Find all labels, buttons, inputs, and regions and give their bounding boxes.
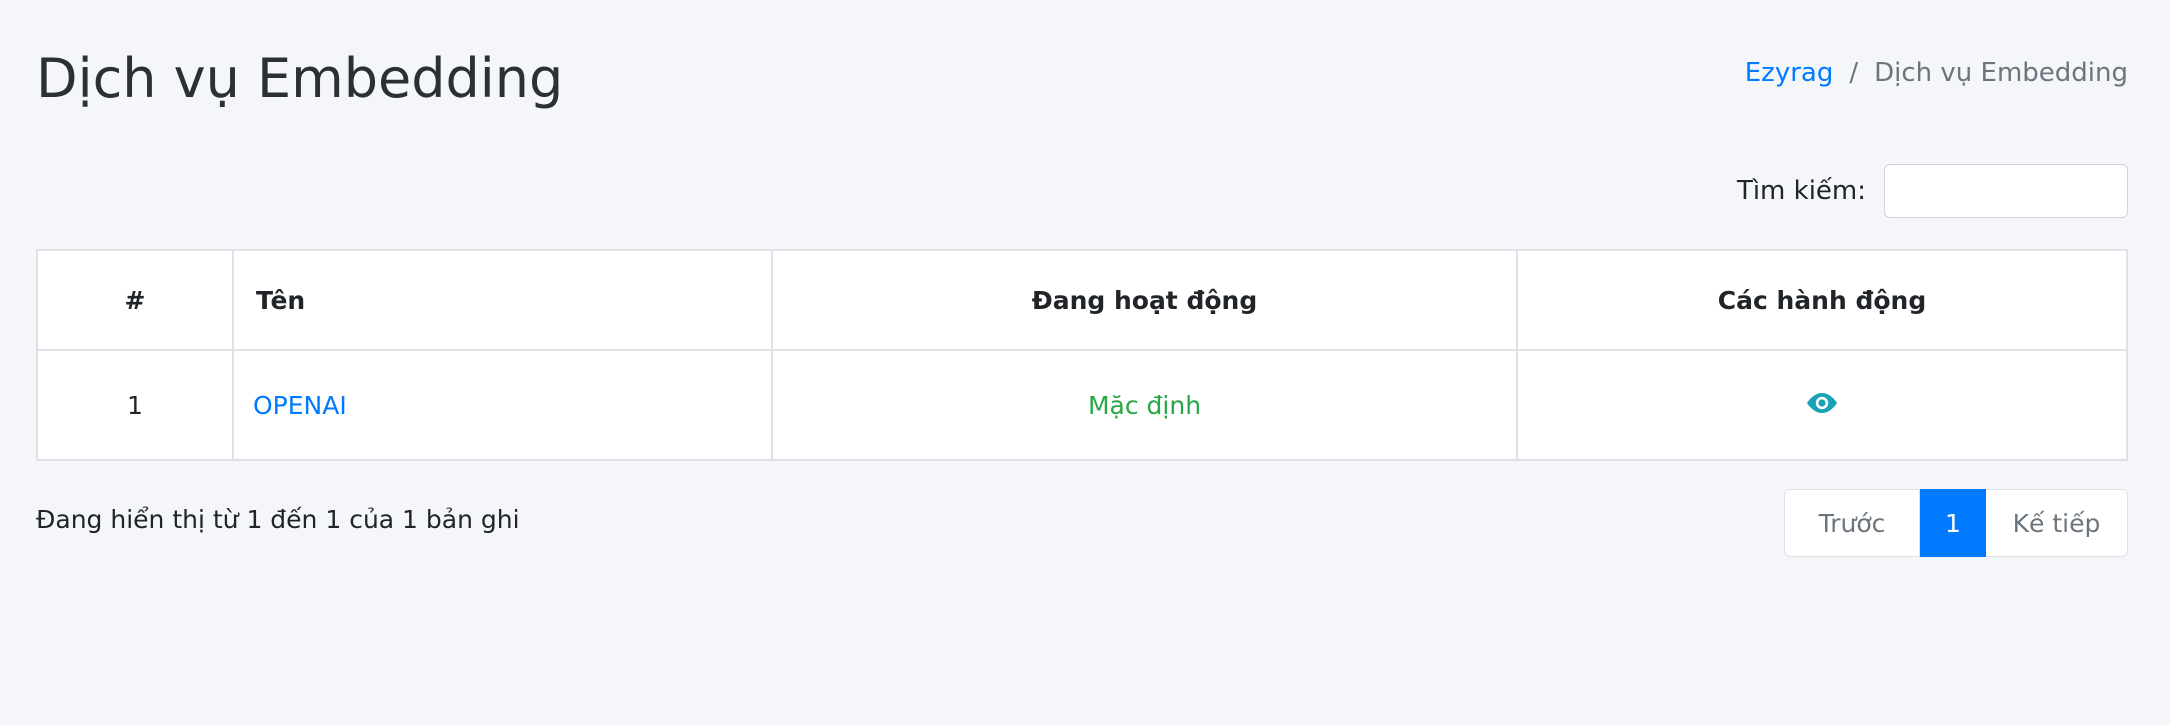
page: Dịch vụ Embedding Ezyrag / Dịch vụ Embed… (0, 0, 2170, 725)
table-row: 1 OPENAI Mặc định (36, 349, 2128, 461)
table-container: # Tên Đang hoạt động Các hành động 1 OPE… (36, 249, 2128, 461)
search-bar: Tìm kiếm: (1737, 164, 2128, 218)
eye-icon-svg (1807, 392, 1837, 413)
column-header-active[interactable]: Đang hoạt động (771, 249, 1518, 351)
column-header-number[interactable]: # (36, 249, 234, 351)
page-title: Dịch vụ Embedding (36, 47, 564, 110)
breadcrumb-separator: / (1849, 58, 1859, 88)
pagination-previous-button[interactable]: Trước (1784, 489, 1920, 557)
pagination-page-1-button[interactable]: 1 (1920, 489, 1986, 557)
breadcrumb-current: Dịch vụ Embedding (1874, 58, 2128, 88)
cell-actions (1516, 349, 2128, 461)
embedding-services-table: # Tên Đang hoạt động Các hành động 1 OPE… (36, 249, 2128, 461)
column-header-actions: Các hành động (1516, 249, 2128, 351)
status-default-label: Mặc định (1087, 390, 1202, 420)
pagination-next-button[interactable]: Kế tiếp (1986, 489, 2128, 557)
cell-number: 1 (36, 349, 234, 461)
cell-status: Mặc định (771, 349, 1518, 461)
pagination: Trước 1 Kế tiếp (1784, 489, 2128, 557)
breadcrumb-home-link[interactable]: Ezyrag (1745, 56, 1834, 90)
table-header-row: # Tên Đang hoạt động Các hành động (36, 249, 2128, 351)
service-name-link[interactable]: OPENAI (253, 391, 347, 420)
breadcrumb: Ezyrag / Dịch vụ Embedding (1745, 56, 2128, 90)
column-header-name[interactable]: Tên (232, 249, 773, 351)
table-info-text: Đang hiển thị từ 1 đến 1 của 1 bản ghi (36, 505, 520, 534)
eye-icon[interactable] (1805, 391, 1839, 421)
search-label: Tìm kiếm: (1736, 176, 1866, 206)
cell-name: OPENAI (232, 349, 773, 461)
search-input[interactable] (1884, 164, 2128, 218)
